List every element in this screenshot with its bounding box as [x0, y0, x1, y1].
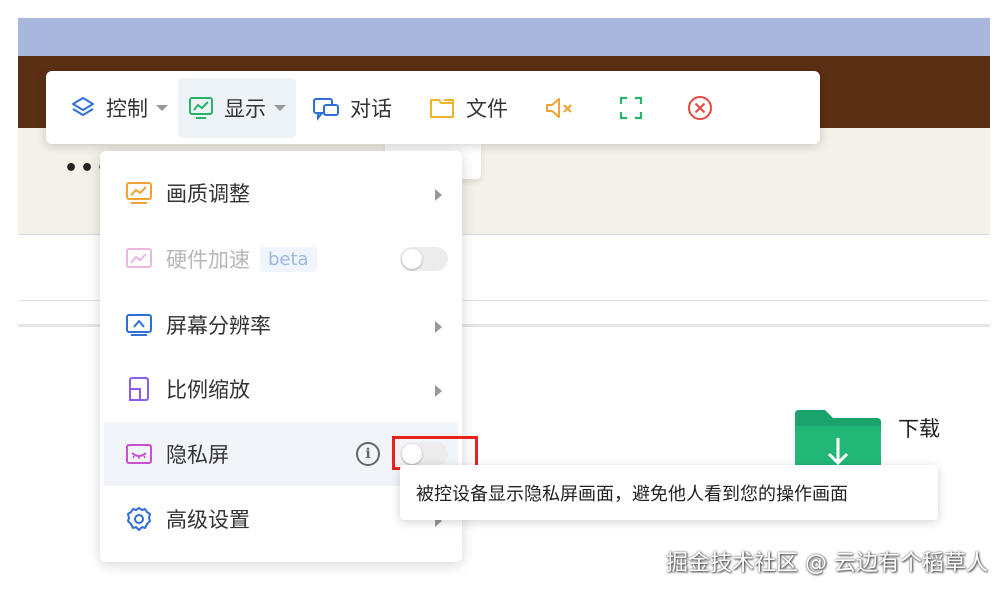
remote-title-bar — [18, 18, 990, 56]
folder-icon — [430, 98, 454, 118]
chevron-down-icon — [156, 104, 168, 111]
disconnect-button[interactable] — [670, 78, 740, 138]
privacy-screen-tooltip: 被控设备显示隐私屏画面，避免他人看到您的操作画面 — [400, 465, 938, 520]
menu-item-label: 画质调整 — [166, 182, 250, 206]
mute-button[interactable] — [528, 78, 602, 138]
menu-item-resolution[interactable]: 屏幕分辨率 — [104, 293, 458, 357]
hardware-accel-icon — [124, 244, 154, 274]
hardware-accel-toggle[interactable] — [400, 247, 448, 271]
file-button[interactable]: 文件 — [418, 78, 518, 138]
menu-item-label: 比例缩放 — [166, 378, 250, 402]
gear-icon — [124, 504, 154, 534]
close-circle-icon — [688, 95, 712, 120]
menu-item-scale[interactable]: 比例缩放 — [104, 357, 458, 421]
menu-item-label: 高级设置 — [166, 508, 250, 532]
menu-item-label: 隐私屏 — [166, 443, 229, 467]
watermark: 掘金技术社区 @ 云边有个稻草人 — [666, 551, 988, 576]
fullscreen-icon — [619, 96, 643, 119]
beta-badge: beta — [260, 246, 317, 272]
display-menu-button[interactable]: 显示 — [178, 77, 296, 138]
chevron-down-icon — [274, 104, 286, 111]
menu-item-hardware-accel: 硬件加速 beta — [104, 227, 458, 291]
fullscreen-button[interactable] — [602, 78, 670, 138]
menu-item-label: 屏幕分辨率 — [166, 314, 271, 338]
control-label: 控制 — [106, 96, 148, 121]
resolution-icon — [124, 310, 154, 340]
menu-item-quality[interactable]: 画质调整 — [104, 161, 458, 225]
chat-label: 对话 — [350, 96, 392, 121]
info-icon[interactable]: i — [356, 442, 380, 466]
chevron-right-icon — [435, 385, 442, 397]
remote-toolbar: 控制 显示 对话 文件 — [46, 71, 820, 144]
folder-label: 下载 — [898, 417, 940, 441]
menu-item-label: 硬件加速 — [166, 248, 250, 272]
tooltip-text: 被控设备显示隐私屏画面，避免他人看到您的操作画面 — [416, 483, 848, 505]
screenshot-canvas: ••• 下载 控制 显示 对话 文件 画质调整 硬件加速 beta 屏幕分辨率 … — [0, 0, 1008, 594]
chevron-right-icon — [435, 189, 442, 201]
scale-icon — [124, 374, 154, 404]
control-menu-button[interactable]: 控制 — [60, 78, 178, 138]
layers-icon — [72, 96, 94, 116]
monitor-chart-icon — [189, 96, 213, 119]
quality-icon — [124, 178, 154, 208]
chat-button[interactable]: 对话 — [302, 78, 402, 138]
display-label: 显示 — [224, 96, 266, 121]
privacy-screen-icon — [124, 439, 154, 469]
file-label: 文件 — [466, 96, 508, 121]
speaker-mute-icon — [546, 97, 572, 118]
chat-icon — [313, 97, 339, 121]
chevron-right-icon — [435, 321, 442, 333]
